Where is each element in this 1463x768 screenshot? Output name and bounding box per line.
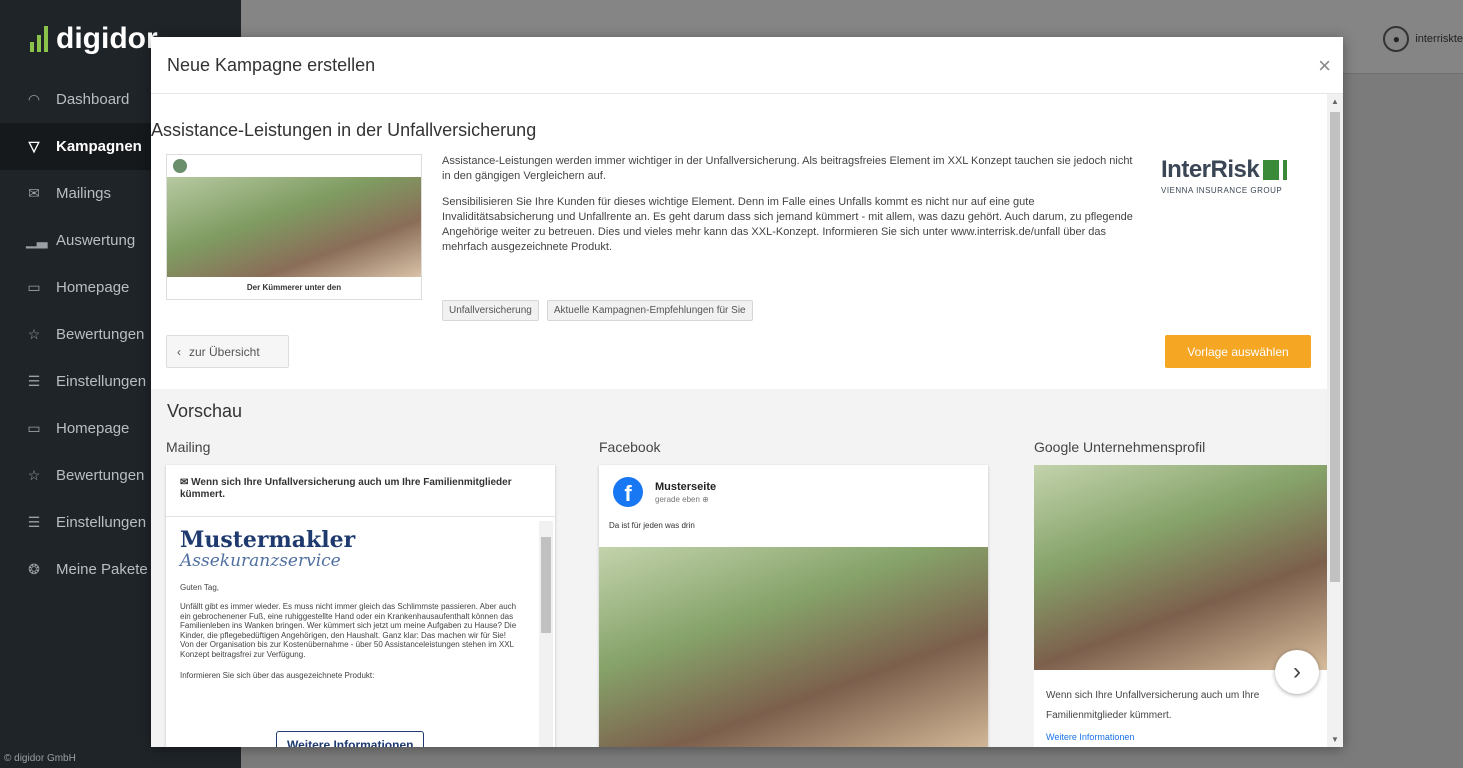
thumbnail-image <box>167 177 421 277</box>
mail-subject-text: Wenn sich Ihre Unfallversicherung auch u… <box>180 477 512 500</box>
copyright: © digidor GmbH <box>4 753 76 764</box>
campaign-thumbnail: Der Kümmerer unter den <box>166 154 422 300</box>
campaign-title: Assistance-Leistungen in der Unfallversi… <box>151 120 537 140</box>
sidebar-item-label: Homepage <box>56 420 130 437</box>
sidebar-item-label: Dashboard <box>56 91 130 108</box>
partner-logo-name: InterRisk <box>1161 156 1291 184</box>
description-paragraph-1: Assistance-Leistungen werden immer wicht… <box>442 155 1133 182</box>
package-icon: ❂ <box>28 561 40 577</box>
mail-scrollbar[interactable] <box>539 521 553 747</box>
monitor-icon: ▭ <box>27 279 41 295</box>
back-to-overview-button[interactable]: ‹ zur Übersicht <box>166 335 289 368</box>
modal-title: Neue Kampagne erstellen <box>167 54 376 75</box>
envelope-icon: ✉ <box>180 477 192 488</box>
mail-greeting: Guten Tag, <box>180 583 219 592</box>
sidebar-item-label: Kampagnen <box>56 138 142 155</box>
campaign-details: Assistance-Leistungen in der Unfallversi… <box>151 94 1327 389</box>
facebook-post-header: f Musterseite gerade eben ⊕ <box>599 465 988 515</box>
logo[interactable]: digidor <box>30 22 158 56</box>
facebook-post-image <box>599 547 988 747</box>
chevron-left-icon: ‹ <box>177 344 181 359</box>
chevron-right-icon[interactable]: › <box>1275 650 1319 694</box>
star-icon: ☆ <box>27 467 41 483</box>
modal-scroll-thumb[interactable] <box>1330 112 1340 582</box>
more-info-button[interactable]: Weitere Informationen <box>276 731 425 747</box>
thumbnail-caption: Der Kümmerer unter den <box>246 283 342 292</box>
user-menu[interactable]: ● interriskte <box>1383 26 1463 52</box>
monitor-icon: ▭ <box>27 420 41 436</box>
google-post-link[interactable]: Weitere Informationen <box>1046 732 1315 742</box>
facebook-post-text: Da ist für jeden was drin <box>609 521 695 530</box>
select-template-button[interactable]: Vorlage auswählen <box>1165 335 1311 368</box>
tag[interactable]: Aktuelle Kampagnen-Empfehlungen für Sie <box>546 300 753 321</box>
google-preview: › Wenn sich Ihre Unfallversicherung auch… <box>1034 465 1327 747</box>
partner-logo: InterRisk VIENNA INSURANCE GROUP <box>1161 156 1291 195</box>
back-label: zur Übersicht <box>189 344 260 359</box>
company-sub: Assekuranzservice <box>180 551 341 571</box>
logo-text: digidor <box>56 22 158 55</box>
company-name: Mustermakler <box>180 527 356 553</box>
gauge-icon: ◠ <box>27 91 41 107</box>
close-icon[interactable]: × <box>1318 53 1331 79</box>
facebook-preview: f Musterseite gerade eben ⊕ Da ist für j… <box>599 465 988 747</box>
brand-name: InterRisk <box>1161 156 1260 183</box>
sidebar-item-label: Meine Pakete <box>56 561 148 578</box>
interrisk-mark-icon <box>1263 160 1288 180</box>
scroll-up-icon[interactable]: ▲ <box>1331 97 1339 106</box>
mailing-preview: ✉ Wenn sich Ihre Unfallversicherung auch… <box>166 465 555 747</box>
sliders-icon: ☰ <box>27 514 41 530</box>
sidebar-item-label: Mailings <box>56 185 112 202</box>
sidebar-item-label: Auswertung <box>56 232 136 249</box>
globe-icon: ⊕ <box>702 494 709 504</box>
filter-icon: ▽ <box>28 138 40 154</box>
preview-section: Vorschau Mailing Facebook Google Unterne… <box>151 389 1327 747</box>
thumbnail-header <box>167 155 421 177</box>
logo-bars-icon <box>30 26 48 52</box>
sidebar-item-label: Bewertungen <box>56 326 145 343</box>
sliders-icon: ☰ <box>27 373 41 389</box>
google-label: Google Unternehmensprofil <box>1034 439 1206 455</box>
facebook-label: Facebook <box>599 439 661 455</box>
modal-scrollbar[interactable]: ▲ ▼ <box>1327 94 1343 747</box>
mailing-label: Mailing <box>166 439 211 455</box>
thumbnail-logo-icon <box>173 159 187 173</box>
preview-title: Vorschau <box>167 401 243 421</box>
sidebar-item-label: Einstellungen <box>56 373 147 390</box>
facebook-post-meta: Musterseite gerade eben ⊕ <box>655 481 716 504</box>
user-name: interriskte <box>1415 33 1463 45</box>
mail-icon: ✉ <box>28 185 40 201</box>
modal-header: Neue Kampagne erstellen × <box>151 37 1343 94</box>
facebook-icon: f <box>613 477 643 507</box>
facebook-post-time-line: gerade eben ⊕ <box>655 495 716 504</box>
chart-icon: ▁▃ <box>26 232 48 248</box>
user-avatar-icon: ● <box>1383 26 1410 52</box>
google-post-image <box>1034 465 1327 670</box>
campaign-tags: Unfallversicherung Aktuelle Kampagnen-Em… <box>442 300 753 321</box>
scroll-down-icon[interactable]: ▼ <box>1331 735 1339 744</box>
facebook-post-time: gerade eben <box>655 494 700 504</box>
star-icon: ☆ <box>27 326 41 342</box>
mail-text: Unfällt gibt es immer wieder. Es muss ni… <box>180 602 517 659</box>
sidebar-item-label: Bewertungen <box>56 467 145 484</box>
new-campaign-modal: Neue Kampagne erstellen × Assistance-Lei… <box>151 37 1343 747</box>
campaign-description: Assistance-Leistungen werden immer wicht… <box>442 154 1142 266</box>
mail-scroll-thumb[interactable] <box>541 537 551 633</box>
brand-sub: VIENNA INSURANCE GROUP <box>1161 186 1283 195</box>
tag[interactable]: Unfallversicherung <box>442 300 539 321</box>
google-post-text: Wenn sich Ihre Unfallversicherung auch u… <box>1046 690 1260 721</box>
mail-subject: ✉ Wenn sich Ihre Unfallversicherung auch… <box>166 465 555 517</box>
mail-inform: Informieren Sie sich über das ausgezeich… <box>180 671 375 680</box>
facebook-page-name: Musterseite <box>655 480 717 493</box>
sidebar-item-label: Einstellungen <box>56 514 147 531</box>
description-paragraph-2: Sensibilisieren Sie Ihre Kunden für dies… <box>442 196 1133 253</box>
modal-body: Assistance-Leistungen in der Unfallversi… <box>151 94 1327 747</box>
sidebar-item-label: Homepage <box>56 279 130 296</box>
mail-body: Mustermakler Assekuranzservice Guten Tag… <box>166 517 555 747</box>
